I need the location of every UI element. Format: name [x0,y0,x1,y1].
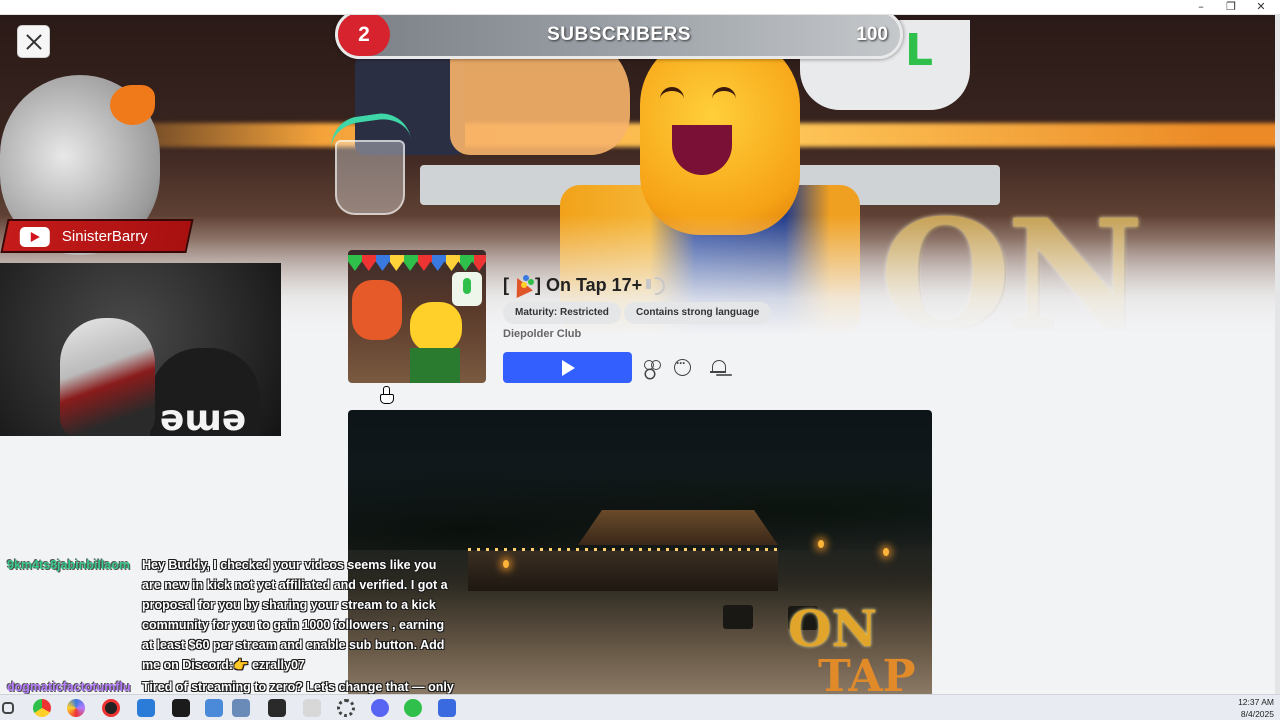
webcam-mirrored-text: ǝɯǝ [160,398,247,436]
clock-time: 12:37 AM [1238,697,1274,707]
task-view-icon[interactable] [2,702,14,714]
experience-thumbnail [348,250,486,383]
preview-hut-roof [578,510,778,545]
scrollbar-track[interactable] [1275,15,1280,694]
app-icon[interactable] [205,699,223,717]
settings-gear-icon[interactable] [337,699,355,717]
app-icon[interactable] [404,699,422,717]
webcam-feed: ǝɯǝ [0,263,281,436]
app-icon[interactable] [268,699,286,717]
streamer-name: SinisterBarry [61,228,148,245]
subscriber-goal-bar: SUBSCRIBERS 2 100 [335,10,903,59]
preview-bar-stall [468,551,778,591]
recorder-icon[interactable] [102,699,120,717]
preview-torch [503,560,509,568]
creator-link[interactable]: Diepolder Club [503,328,581,340]
clock-date: 8/4/2025 [1240,709,1274,719]
friends-icon[interactable] [641,356,665,380]
speech-bubble-mark: L [905,25,934,76]
webcam-streamer [60,318,155,436]
chat-text: Hey Buddy, I checked your videos seems l… [142,558,448,672]
screen: – ❐ ✕ L ON SUBSCRIBERS 2 100 SinisterBar… [0,0,1280,720]
more-options-icon[interactable] [674,356,691,376]
subscriber-goal-label: SUBSCRIBERS [547,24,691,45]
title-text: ] On Tap 17+ [535,275,643,295]
thumbnail-character [410,302,462,352]
files-icon[interactable] [137,699,155,717]
thumbnail-character-body [410,348,460,383]
thumbnail-character [352,280,402,340]
youtube-icon [19,227,50,247]
preview-chair [723,605,753,629]
voice-chat-icon [646,276,668,295]
chat-username: 9km4ts8jabinbillaom [7,558,130,572]
microphone-icon [452,272,482,306]
restore-button[interactable]: ❐ [1216,0,1246,15]
content-descriptor-badge: Contains strong language [624,302,772,324]
drink-glass [335,140,405,215]
streamer-name-tag: SinisterBarry [0,219,194,253]
taskbar-clock[interactable]: 12:37 AM 8/4/2025 [1238,696,1274,720]
app-icon[interactable] [232,699,250,717]
party-banner [348,255,486,271]
subscriber-count: 2 [338,13,390,56]
notification-bell-icon[interactable] [707,356,731,380]
maturity-badge: Maturity: Restricted [503,302,621,324]
preview-sign-on: ON [788,599,878,658]
app-icon[interactable] [303,699,321,717]
play-button[interactable] [503,352,632,383]
close-button[interactable] [17,25,50,58]
subscriber-goal-target: 100 [856,24,888,45]
chat-message: 9km4ts8jabinbillaom Hey Buddy, I checked… [0,555,460,675]
penguin-beak [110,85,155,125]
hand-cursor-icon [380,386,394,404]
window-title-bar: – ❐ ✕ [0,0,1280,15]
minimize-button[interactable]: – [1186,0,1216,15]
app-icon[interactable] [438,699,456,717]
taskbar: 12:37 AM 8/4/2025 [0,694,1280,720]
preview-torch [883,548,889,556]
party-popper-icon [509,273,535,295]
preview-torch [818,540,824,548]
terminal-icon[interactable] [172,699,190,717]
discord-icon[interactable] [371,699,389,717]
close-window-button[interactable]: ✕ [1246,0,1276,15]
preview-sign-tap: TAP [818,651,916,696]
chrome-icon[interactable] [33,699,51,717]
copilot-icon[interactable] [67,699,85,717]
experience-title: [] On Tap 17+ [503,273,668,296]
